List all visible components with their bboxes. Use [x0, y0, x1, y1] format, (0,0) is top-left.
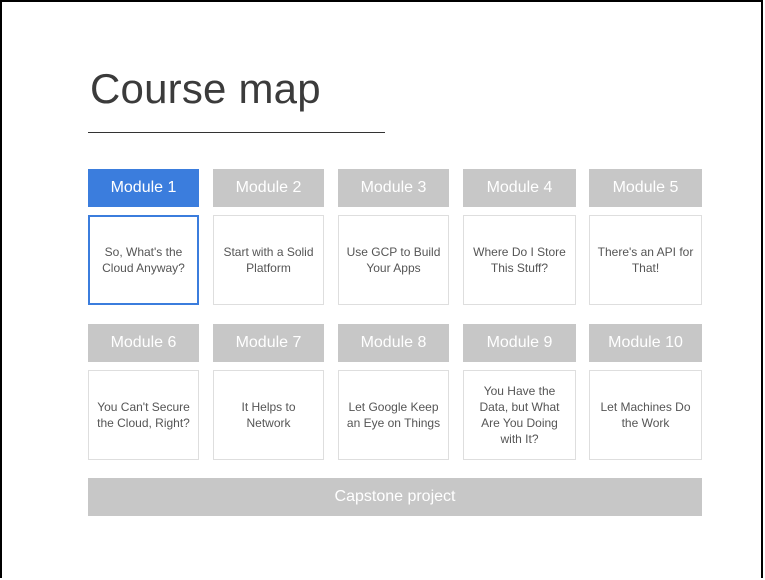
module-8-description[interactable]: Let Google Keep an Eye on Things [338, 370, 449, 460]
page-title: Course map [90, 65, 321, 112]
module-4-tab[interactable]: Module 4 [463, 169, 576, 207]
module-7-tab[interactable]: Module 7 [213, 324, 324, 362]
module-3-tab[interactable]: Module 3 [338, 169, 449, 207]
module-7-description[interactable]: It Helps to Network [213, 370, 324, 460]
module-4-description[interactable]: Where Do I Store This Stuff? [463, 215, 576, 305]
module-5-description[interactable]: There's an API for That! [589, 215, 702, 305]
module-6-tab[interactable]: Module 6 [88, 324, 199, 362]
module-1-tab[interactable]: Module 1 [88, 169, 199, 207]
module-9-description[interactable]: You Have the Data, but What Are You Doin… [463, 370, 576, 460]
capstone-project-bar[interactable]: Capstone project [88, 478, 702, 516]
module-2-description[interactable]: Start with a Solid Platform [213, 215, 324, 305]
module-5-tab[interactable]: Module 5 [589, 169, 702, 207]
module-1-description[interactable]: So, What's the Cloud Anyway? [88, 215, 199, 305]
module-8-tab[interactable]: Module 8 [338, 324, 449, 362]
module-9-tab[interactable]: Module 9 [463, 324, 576, 362]
module-3-description[interactable]: Use GCP to Build Your Apps [338, 215, 449, 305]
module-10-tab[interactable]: Module 10 [589, 324, 702, 362]
module-2-tab[interactable]: Module 2 [213, 169, 324, 207]
title-divider [88, 132, 385, 133]
module-10-description[interactable]: Let Machines Do the Work [589, 370, 702, 460]
slide: Course map Module 1 Module 2 Module 3 Mo… [0, 0, 763, 578]
module-6-description[interactable]: You Can't Secure the Cloud, Right? [88, 370, 199, 460]
